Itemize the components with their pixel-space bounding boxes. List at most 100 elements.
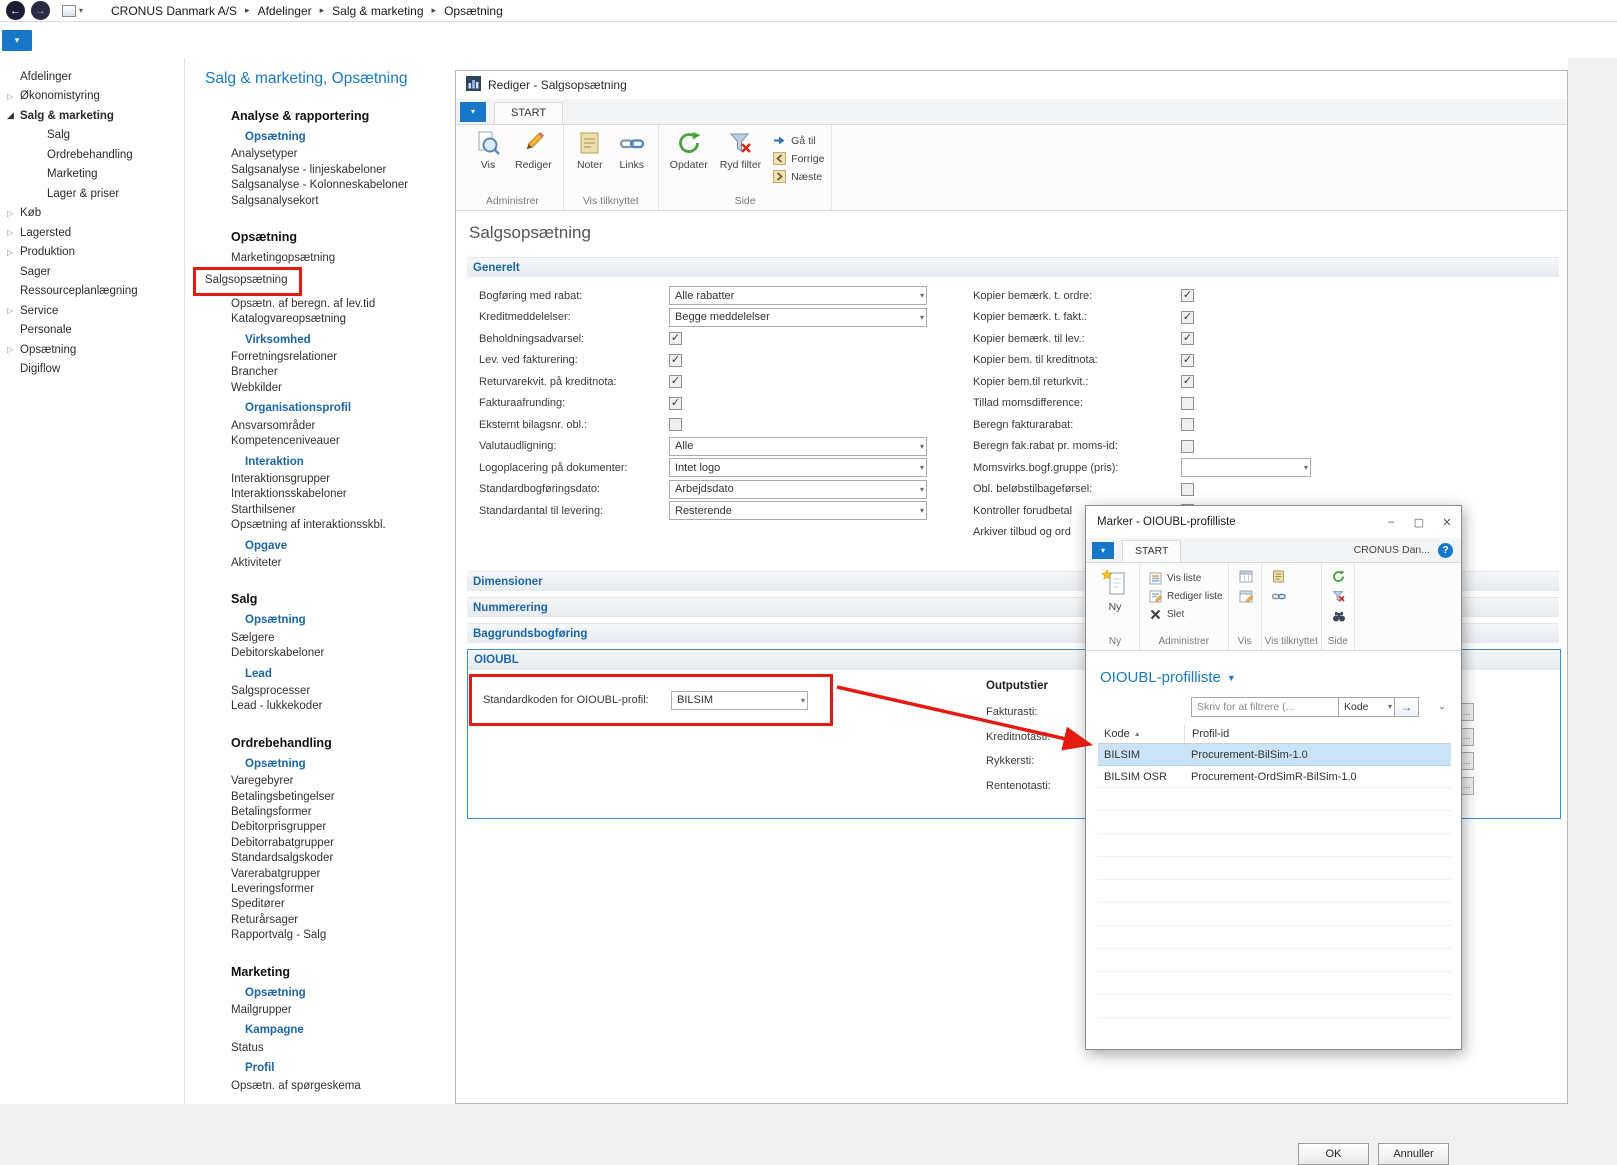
- breadcrumb-item-ops-tning[interactable]: Opsætning: [444, 4, 503, 18]
- ribbon-button-opdater[interactable]: Opdater: [664, 127, 714, 171]
- ribbon-button-vis-liste[interactable]: Vis liste: [1149, 571, 1223, 586]
- field-checkbox-beregn-fakturarabat[interactable]: [1181, 418, 1194, 431]
- oioubl-profile-select[interactable]: BILSIM ▾: [671, 691, 808, 710]
- fasttab-generelt[interactable]: Generelt: [467, 257, 1559, 277]
- tree-collapsed-icon[interactable]: ▷: [7, 209, 20, 218]
- expand-filter-icon[interactable]: ⌄: [1433, 698, 1451, 716]
- tab-start[interactable]: START: [1122, 540, 1181, 562]
- setup-link-spedit-rer[interactable]: Speditører: [231, 897, 455, 912]
- sidebar-item-produktion[interactable]: ▷Produktion: [0, 243, 184, 263]
- tree-collapsed-icon[interactable]: ▷: [7, 228, 20, 237]
- field-checkbox-kopier-bem-til-kreditnota[interactable]: ✓: [1181, 354, 1194, 367]
- category-link-opgave[interactable]: Opgave: [245, 539, 455, 554]
- clearfilter-small-button[interactable]: [1329, 590, 1349, 607]
- maximize-button[interactable]: ▢: [1405, 511, 1433, 533]
- setup-link-status[interactable]: Status: [231, 1041, 455, 1056]
- setup-link-lead-lukkekoder[interactable]: Lead - lukkekoder: [231, 699, 455, 714]
- setup-link-rapportvalg-salg[interactable]: Rapportvalg - Salg: [231, 928, 455, 943]
- field-checkbox-kopier-bem-rk-til-lev[interactable]: ✓: [1181, 332, 1194, 345]
- setup-link-ansvarsomr-der[interactable]: Ansvarsområder: [231, 419, 455, 434]
- column-header-profil-id[interactable]: Profil-id: [1184, 725, 1451, 743]
- sidebar-item-konomistyring[interactable]: ▷Økonomistyring: [0, 87, 184, 107]
- category-link-interaktion[interactable]: Interaktion: [245, 455, 455, 470]
- filter-column-select[interactable]: Kode ▾: [1339, 697, 1395, 717]
- setup-link-s-lgere[interactable]: Sælgere: [231, 631, 455, 646]
- ok-button[interactable]: OK: [1298, 1143, 1369, 1165]
- table-row-bilsim-osr[interactable]: BILSIM OSRProcurement-OrdSimR-BilSim-1.0: [1098, 766, 1451, 788]
- setup-link-salgsops-tning-annotated[interactable]: Salgsopsætning: [193, 267, 302, 295]
- sidebar-item-sager[interactable]: Sager: [0, 262, 184, 282]
- apply-filter-button[interactable]: →: [1395, 697, 1419, 717]
- category-link-virksomhed[interactable]: Virksomhed: [245, 333, 455, 348]
- note-small-button[interactable]: [1269, 570, 1289, 587]
- sidebar-item-ordrebehandling[interactable]: Ordrebehandling: [0, 145, 184, 165]
- setup-link-mailgrupper[interactable]: Mailgrupper: [231, 1003, 455, 1018]
- ribbon-button-g-til[interactable]: Gå til: [773, 133, 824, 148]
- sidebar-item-k-b[interactable]: ▷Køb: [0, 204, 184, 224]
- field-checkbox-kopier-bem-til-returkvit[interactable]: ✓: [1181, 375, 1194, 388]
- category-link-lead[interactable]: Lead: [245, 667, 455, 682]
- field-checkbox-kopier-bem-rk-t-fakt[interactable]: ✓: [1181, 311, 1194, 324]
- ribbon-button-ryd-filter[interactable]: Ryd filter: [714, 127, 767, 171]
- setup-link-brancher[interactable]: Brancher: [231, 365, 455, 380]
- view-table-button[interactable]: [1236, 570, 1256, 587]
- field-checkbox-tillad-momsdifference[interactable]: [1181, 397, 1194, 410]
- setup-link-kompetenceniveauer[interactable]: Kompetenceniveauer: [231, 434, 455, 449]
- category-link-organisationsprofil[interactable]: Organisationsprofil: [245, 401, 455, 416]
- category-link-profil[interactable]: Profil: [245, 1061, 455, 1076]
- category-link-kampagne[interactable]: Kampagne: [245, 1023, 455, 1038]
- setup-link-debitorskabeloner[interactable]: Debitorskabeloner: [231, 646, 455, 661]
- field-select-valutaudligning[interactable]: Alle▾: [669, 437, 927, 456]
- back-button[interactable]: ←: [6, 1, 25, 20]
- sidebar-item-digiflow[interactable]: Digiflow: [0, 360, 184, 380]
- setup-link-aktiviteter[interactable]: Aktiviteter: [231, 556, 455, 571]
- field-select-momsvirks-bogf-gruppe-pris[interactable]: ▾: [1181, 458, 1311, 477]
- field-select-standardantal-til-levering[interactable]: Resterende▾: [669, 501, 927, 520]
- chevron-down-icon[interactable]: ▼: [1227, 673, 1236, 683]
- ribbon-button-links[interactable]: Links: [611, 127, 653, 171]
- assist-edit-button[interactable]: …: [1460, 752, 1474, 770]
- sidebar-item-lager-priser[interactable]: Lager & priser: [0, 184, 184, 204]
- ribbon-button-forrige[interactable]: Forrige: [773, 151, 824, 166]
- sidebar-item-marketing[interactable]: Marketing: [0, 165, 184, 185]
- setup-link-debitorprisgrupper[interactable]: Debitorprisgrupper: [231, 820, 455, 835]
- column-header-kode[interactable]: Kode ▲: [1098, 728, 1184, 740]
- ribbon-button-rediger[interactable]: Rediger: [509, 127, 558, 171]
- tree-collapsed-icon[interactable]: ▷: [7, 92, 20, 101]
- forward-button[interactable]: →: [31, 1, 50, 20]
- category-link-ops-tning[interactable]: Opsætning: [245, 757, 455, 772]
- breadcrumb-item-cronus-danmark-a-s[interactable]: CRONUS Danmark A/S: [111, 4, 237, 18]
- table-row-bilsim[interactable]: BILSIMProcurement-BilSim-1.0: [1098, 744, 1451, 766]
- sidebar-item-ops-tning[interactable]: ▷Opsætning: [0, 340, 184, 360]
- setup-link-standardsalgskoder[interactable]: Standardsalgskoder: [231, 851, 455, 866]
- field-select-bogf-ring-med-rabat[interactable]: Alle rabatter▾: [669, 286, 927, 305]
- tree-collapsed-icon[interactable]: ▷: [7, 248, 20, 257]
- setup-link-ops-tn-af-beregn-af-lev-tid[interactable]: Opsætn. af beregn. af lev.tid: [231, 297, 455, 312]
- setup-link-salgsanalyse-linjeskabeloner[interactable]: Salgsanalyse - linjeskabeloner: [231, 163, 455, 178]
- category-link-ops-tning[interactable]: Opsætning: [245, 986, 455, 1001]
- ribbon-button-vis[interactable]: Vis: [467, 127, 509, 171]
- setup-link-marketingops-tning[interactable]: Marketingopsætning: [231, 251, 455, 266]
- setup-link-leveringsformer[interactable]: Leveringsformer: [231, 882, 455, 897]
- category-link-ops-tning[interactable]: Opsætning: [245, 613, 455, 628]
- field-select-standardbogf-ringsdato[interactable]: Arbejdsdato▾: [669, 480, 927, 499]
- setup-link-debitorrabatgrupper[interactable]: Debitorrabatgrupper: [231, 836, 455, 851]
- field-checkbox-eksternt-bilagsnr-obl[interactable]: [669, 418, 682, 431]
- setup-link-ops-tn-af-sp-rgeskema[interactable]: Opsætn. af spørgeskema: [231, 1079, 455, 1094]
- setup-link-betalingsbetingelser[interactable]: Betalingsbetingelser: [231, 790, 455, 805]
- field-checkbox-fakturaafrunding[interactable]: ✓: [669, 397, 682, 410]
- help-icon[interactable]: ?: [1438, 543, 1453, 558]
- sidebar-item-service[interactable]: ▷Service: [0, 301, 184, 321]
- setup-link-salgsanalysekort[interactable]: Salgsanalysekort: [231, 194, 455, 209]
- sidebar-item-ressourceplanl-gning[interactable]: Ressourceplanlægning: [0, 282, 184, 302]
- window-menu-icon[interactable]: [62, 5, 76, 17]
- link-small-button[interactable]: [1269, 590, 1289, 607]
- ribbon-button-slet[interactable]: Slet: [1149, 607, 1223, 622]
- field-checkbox-lev-ved-fakturering[interactable]: ✓: [669, 354, 682, 367]
- setup-link-interaktionsskabeloner[interactable]: Interaktionsskabeloner: [231, 487, 455, 502]
- breadcrumb-item-afdelinger[interactable]: Afdelinger: [258, 4, 312, 18]
- setup-link-salgsprocesser[interactable]: Salgsprocesser: [231, 684, 455, 699]
- tree-expanded-icon[interactable]: ◢: [7, 110, 20, 121]
- field-select-logoplacering-p-dokumenter[interactable]: Intet logo▾: [669, 458, 927, 477]
- minimize-button[interactable]: –: [1377, 511, 1405, 533]
